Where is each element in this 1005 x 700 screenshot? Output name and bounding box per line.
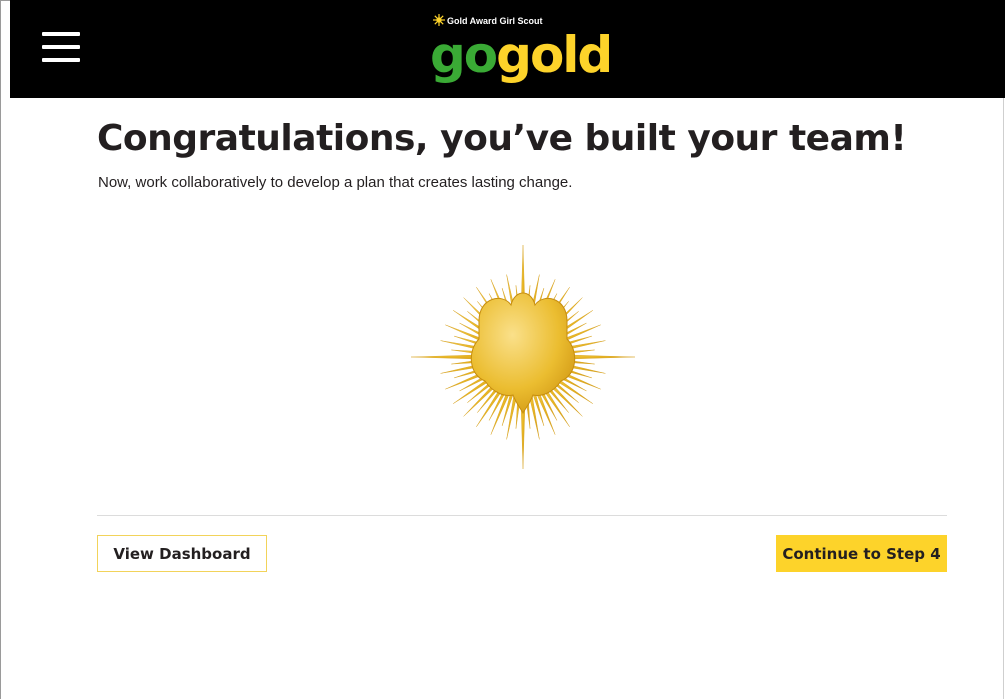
hamburger-menu-icon[interactable] — [42, 32, 80, 62]
logo-word-gold: gold — [496, 26, 611, 84]
section-divider — [97, 515, 947, 516]
page-subtitle: Now, work collaboratively to develop a p… — [98, 174, 573, 191]
svg-text:gogold: gogold — [430, 26, 611, 84]
continue-to-step-4-button[interactable]: Continue to Step 4 — [776, 535, 947, 572]
logo-word-go: go — [430, 26, 497, 84]
page-title: Congratulations, you’ve built your team! — [97, 118, 907, 159]
gogold-logo[interactable]: Gold Award Girl Scout gogold — [430, 12, 620, 88]
top-navigation-bar: Gold Award Girl Scout gogold — [10, 0, 1005, 98]
logo-wordmark: gogold — [430, 26, 613, 84]
view-dashboard-button[interactable]: View Dashboard — [97, 535, 267, 572]
gold-award-trefoil-sunburst-icon — [410, 244, 636, 470]
